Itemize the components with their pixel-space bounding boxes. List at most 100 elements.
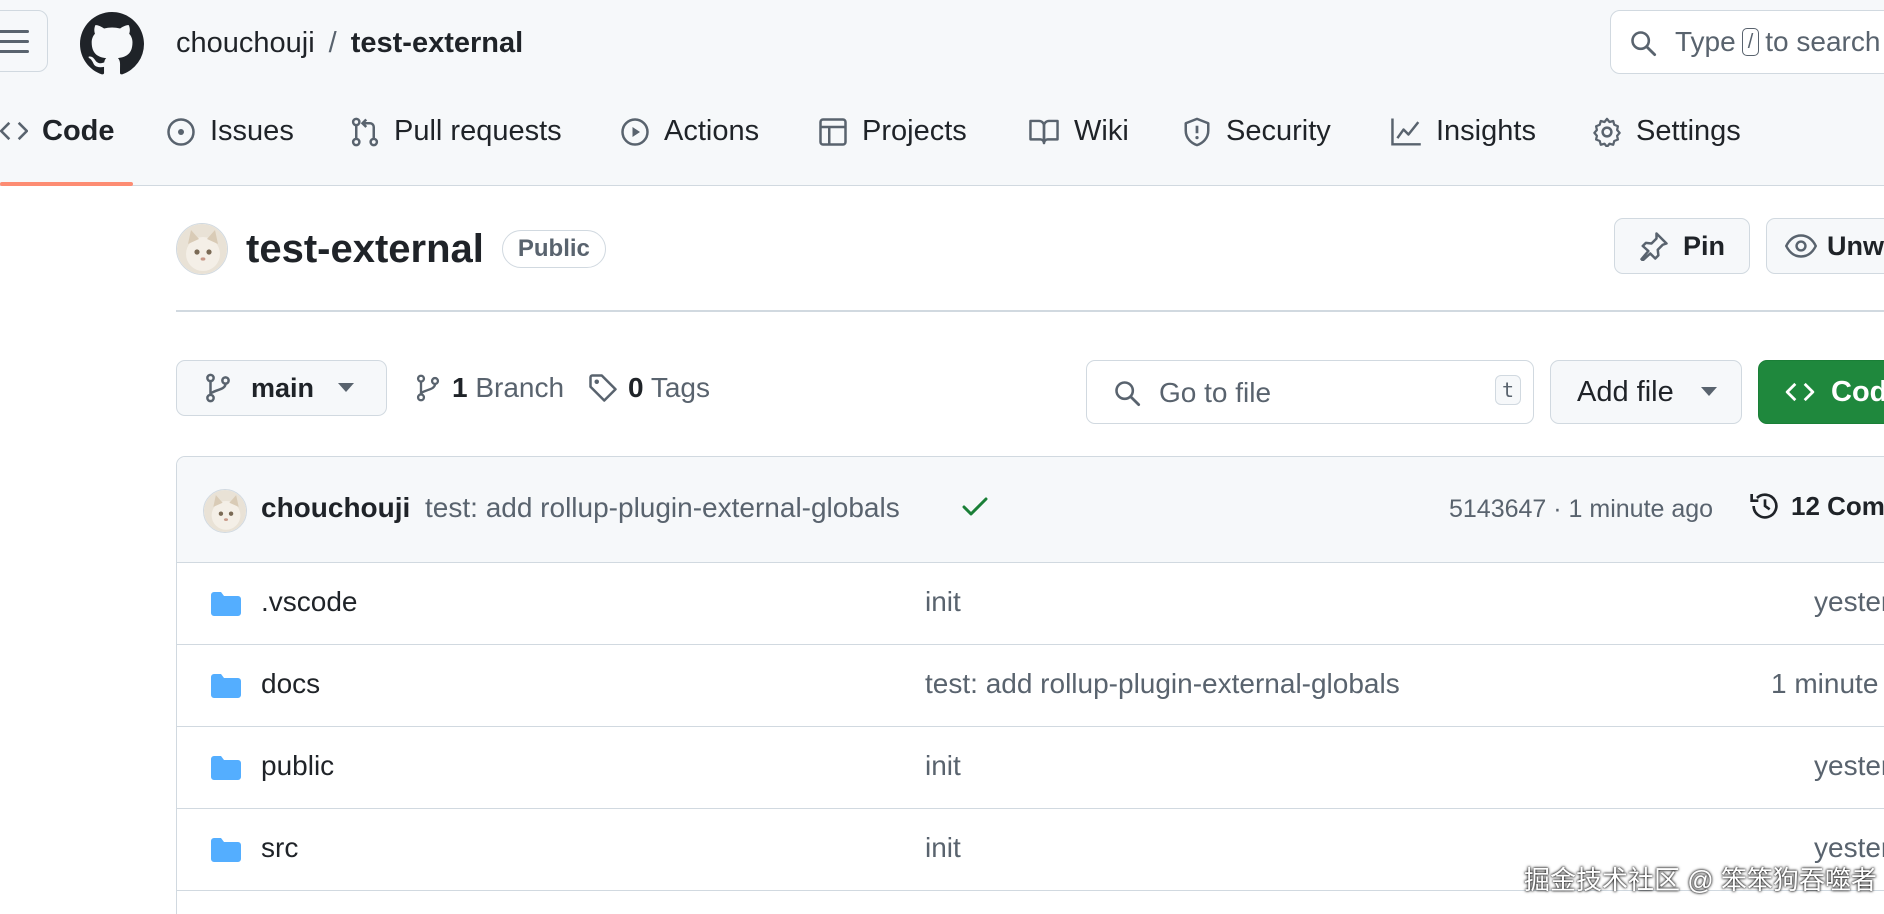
code-icon [1785,382,1815,402]
search-icon [1631,31,1657,57]
tab-label: Security [1226,115,1331,147]
tab-label: Projects [862,115,967,147]
git-pull-request-icon [351,117,379,147]
file-browser: chouchouji test: add rollup-plugin-exter… [176,456,1884,914]
file-row[interactable]: docs test: add rollup-plugin-external-gl… [177,645,1884,727]
tab-projects[interactable]: Projects [818,112,967,186]
search-icon [1115,381,1141,407]
breadcrumb-repo[interactable]: test-external [351,27,523,59]
github-logo-icon[interactable] [80,12,144,76]
tab-code[interactable]: Code [0,112,115,186]
tab-label: Actions [664,115,760,147]
file-row[interactable]: public init yesterday [177,727,1884,809]
tags-link[interactable]: 0 Tags [588,372,710,404]
go-to-file-placeholder: Go to file [1159,377,1272,408]
tab-label: Insights [1436,115,1536,147]
triangle-down-icon [1701,387,1717,396]
folder-icon [211,756,241,780]
code-icon [0,121,28,141]
file-commit-date: yesterday [1814,586,1884,617]
tab-wiki[interactable]: Wiki [1028,112,1129,186]
commit-message[interactable]: test: add rollup-plugin-external-globals [425,492,900,524]
add-file-button[interactable]: Add file [1550,360,1742,424]
book-icon [1029,119,1059,145]
latest-commit-bar: chouchouji test: add rollup-plugin-exter… [177,457,1884,563]
gear-icon [1593,117,1621,147]
tag-count-label: Tags [650,372,711,403]
repo-tabs: Code Issues Pull requests Actions Projec… [0,112,1884,186]
tab-label: Issues [210,115,294,147]
repo-title[interactable]: test-external [246,222,484,276]
graph-icon [1391,118,1421,146]
file-name[interactable]: public [261,750,334,782]
file-commit-message[interactable]: init [925,750,961,782]
repo-header: chouchouji / test-external Type / to search … [0,0,1884,186]
play-icon [621,118,649,146]
breadcrumb-separator: / [328,27,337,59]
file-commit-date: yesterday [1814,750,1884,781]
tab-label: Code [42,115,115,147]
file-commit-message[interactable]: init [925,832,961,864]
commit-hash-and-time[interactable]: 5143647 · 1 minute ago [1449,495,1713,524]
unwatch-label: Unwatch [1827,230,1884,261]
folder-icon [211,838,241,862]
repo-title-row: test-external Public [176,222,606,276]
branch-selector[interactable]: main [176,360,387,416]
pin-icon [1640,232,1668,261]
git-branch-icon [206,373,230,403]
tab-security[interactable]: Security [1182,112,1331,186]
tab-issues[interactable]: Issues [166,112,294,186]
folder-icon [211,674,241,698]
go-to-file-input[interactable]: Go to file t [1086,360,1534,424]
file-name[interactable]: docs [261,668,320,700]
code-button-label: Code [1831,375,1884,408]
table-icon [819,118,847,146]
tag-icon [589,374,617,402]
history-icon [1750,493,1778,519]
pin-button[interactable]: Pin [1614,218,1750,274]
tab-label: Settings [1636,115,1741,147]
branch-name: main [251,372,315,403]
branch-count: 1 [452,372,468,403]
shield-icon [1184,117,1210,147]
global-search-input[interactable]: Type / to search [1610,10,1884,74]
breadcrumb-owner[interactable]: chouchouji [176,27,315,59]
check-icon[interactable] [961,495,989,519]
unwatch-button[interactable]: Unwatch [1766,218,1884,274]
pin-label: Pin [1683,230,1726,261]
tab-label: Pull requests [394,115,562,147]
commit-author-avatar[interactable] [203,489,247,533]
owner-avatar[interactable] [176,223,228,275]
file-commit-message[interactable]: init [925,586,961,618]
branches-link[interactable]: 1 Branch [414,372,564,404]
watermark: 掘金技术社区 @ 笨笨狗吞噬者 [1524,865,1877,895]
tab-label: Wiki [1074,115,1129,147]
add-file-label: Add file [1577,375,1674,408]
branch-count-label: Branch [475,372,565,403]
tab-actions[interactable]: Actions [620,112,759,186]
issue-opened-icon [167,118,195,146]
search-shortcut-key: / [1741,28,1760,56]
hamburger-icon [0,30,29,53]
tab-insights[interactable]: Insights [1390,112,1536,186]
go-to-file-shortcut-key: t [1494,375,1521,405]
eye-icon [1785,234,1817,258]
divider [176,310,1884,312]
code-button[interactable]: Code [1758,360,1884,424]
file-name[interactable]: .vscode [261,586,358,618]
triangle-down-icon [338,383,354,392]
commits-history-link[interactable]: 12 Commits [1749,490,1884,522]
file-row[interactable]: .vscode init yesterday [177,563,1884,645]
file-commit-message[interactable]: test: add rollup-plugin-external-globals [925,668,1400,700]
file-name[interactable]: src [261,832,298,864]
git-branch-icon [416,374,440,402]
selected-tab-indicator [0,182,133,186]
search-hint: Type / to search [1675,26,1881,57]
commit-author[interactable]: chouchouji [261,492,410,524]
breadcrumb: chouchouji / test-external [176,24,523,62]
tab-pull-requests[interactable]: Pull requests [350,112,562,186]
tag-count: 0 [628,372,644,403]
commit-count-label: 12 Commits [1791,490,1884,521]
tab-settings[interactable]: Settings [1592,112,1741,186]
menu-button[interactable] [0,10,48,72]
